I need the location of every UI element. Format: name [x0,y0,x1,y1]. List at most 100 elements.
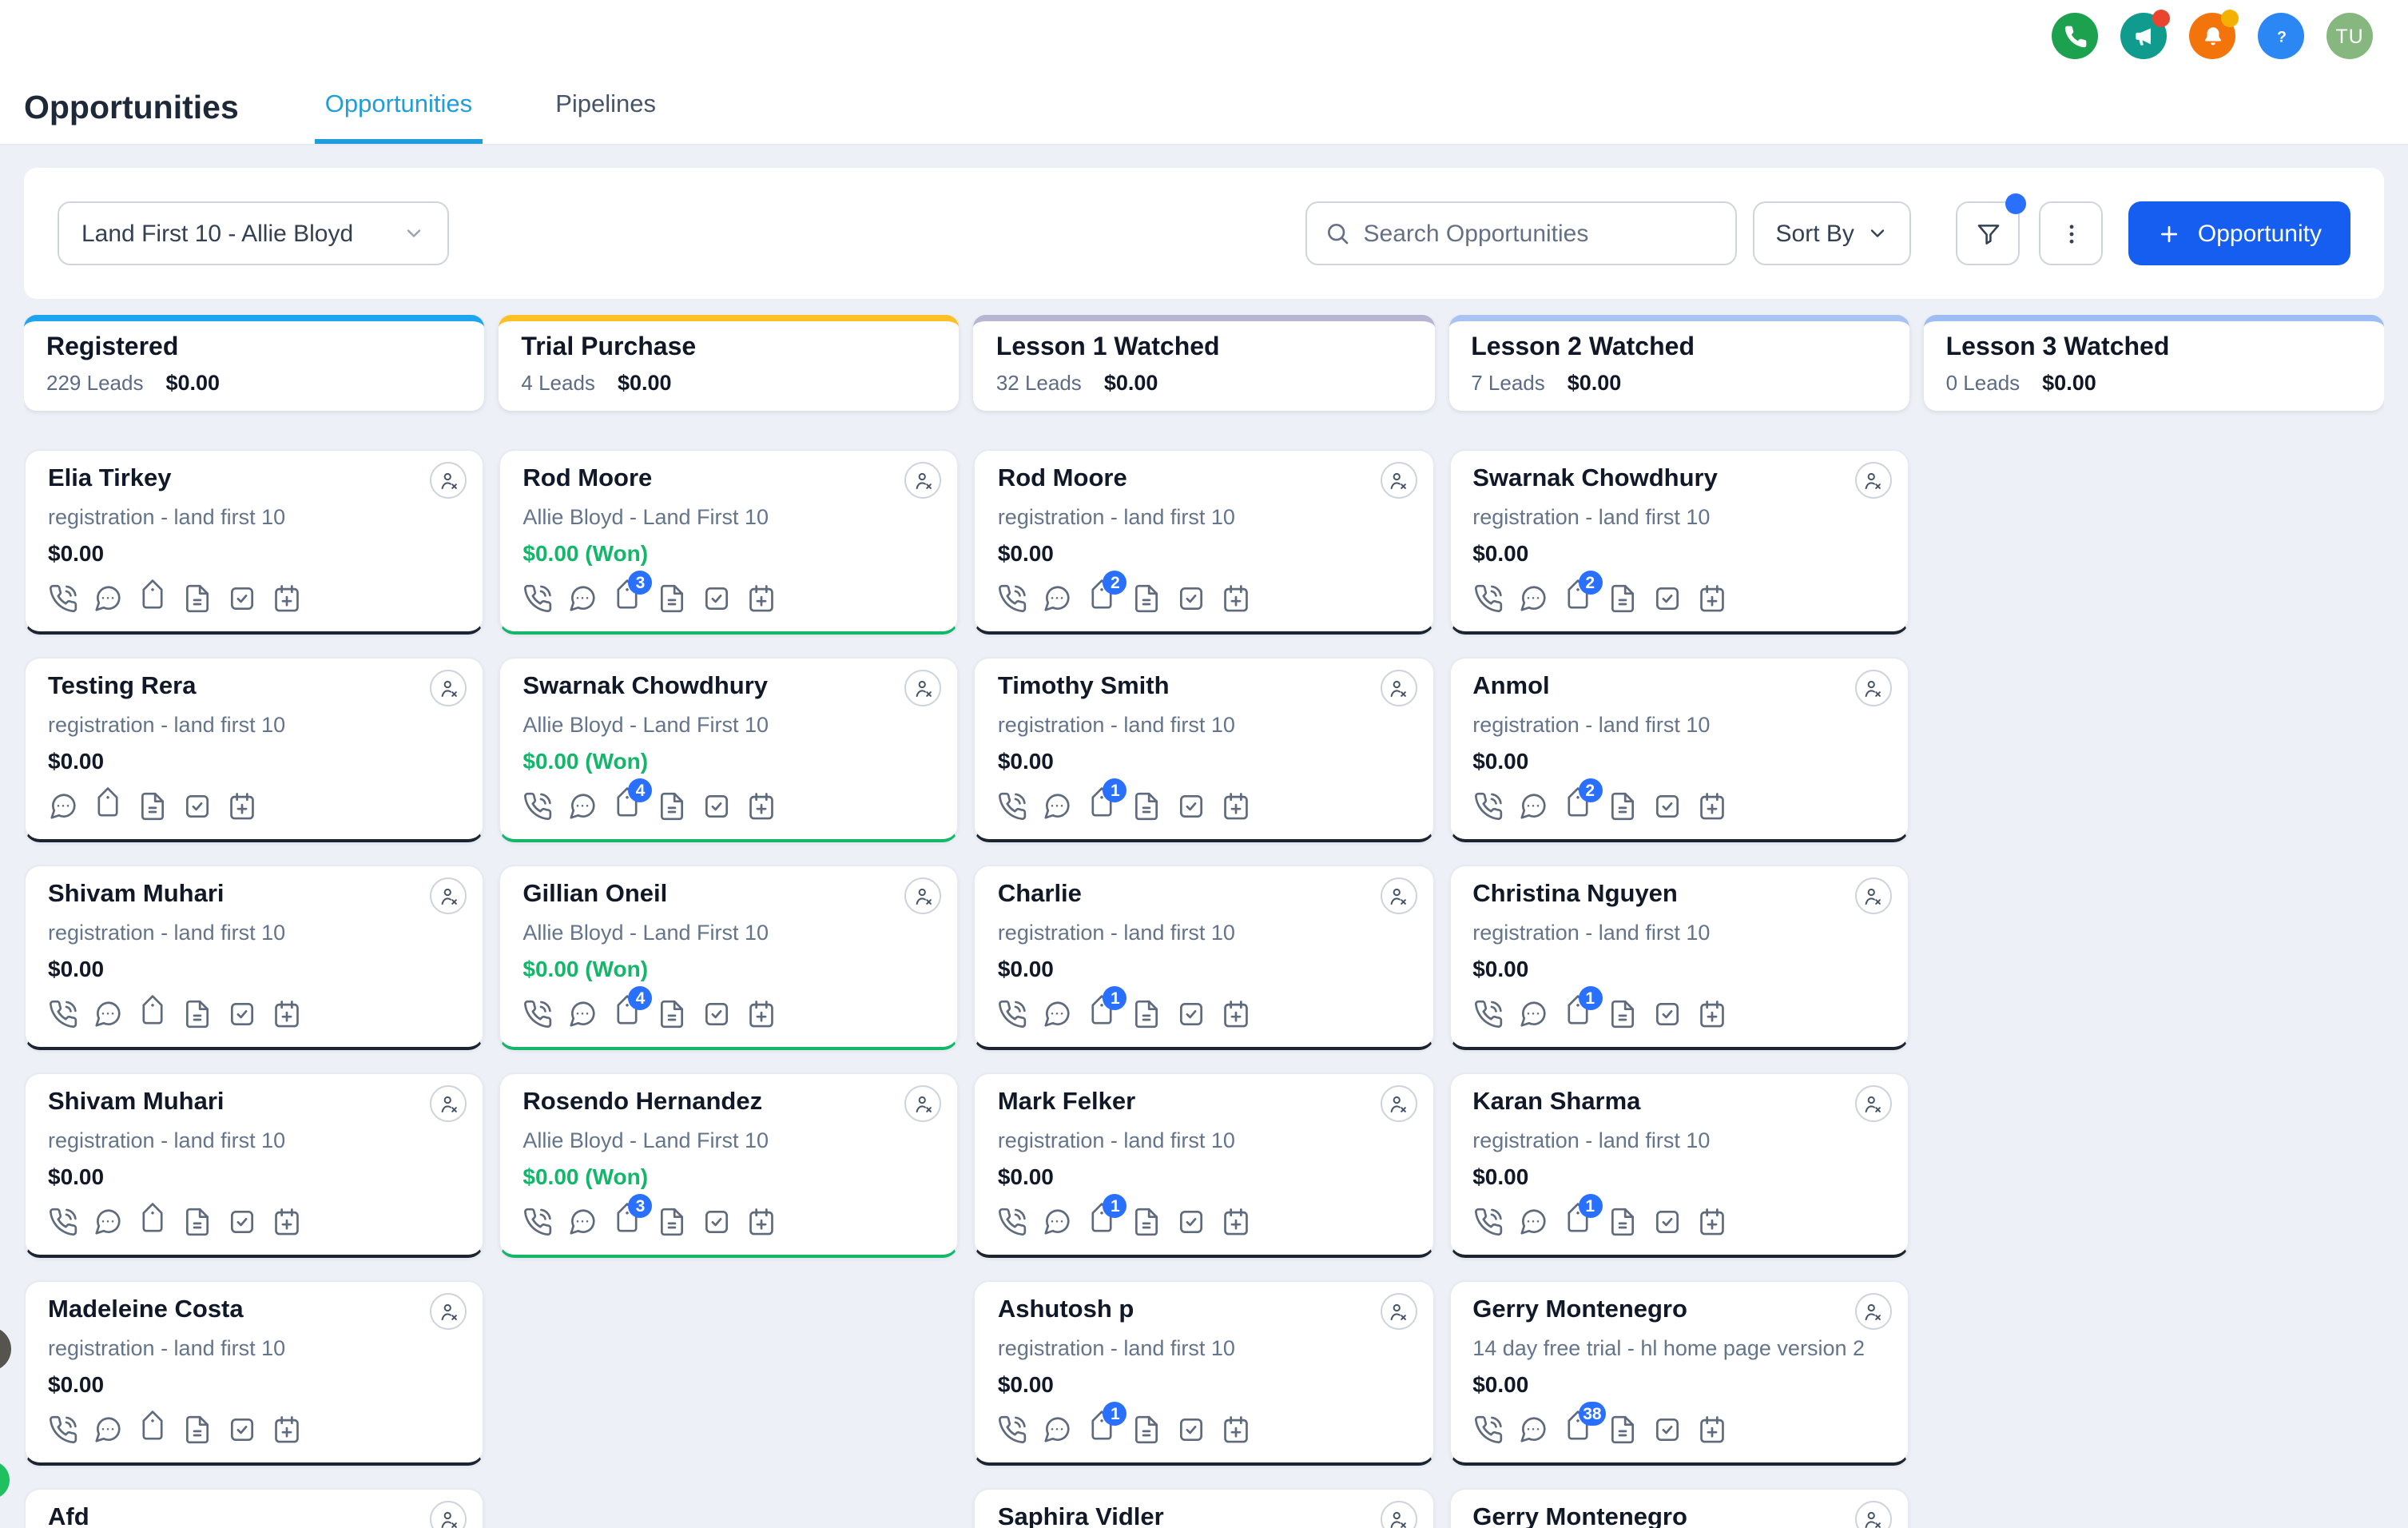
card-chat-button[interactable] [567,999,598,1029]
card-tag-button[interactable]: 4 [612,999,642,1029]
opportunity-card[interactable]: Swarnak ChowdhuryAllie Bloyd - Land Firs… [499,657,959,842]
card-tag-button[interactable]: 1 [1087,791,1118,822]
card-chat-button[interactable] [93,999,123,1029]
card-chat-button[interactable] [48,791,78,822]
unassign-owner-button[interactable] [1855,1501,1892,1528]
opportunity-card[interactable]: Swarnak Chowdhuryregistration - land fir… [1448,449,1909,635]
card-task-button[interactable] [227,583,257,614]
opportunity-card[interactable]: Timothy Smithregistration - land first 1… [974,657,1434,842]
tab-pipelines[interactable]: Pipelines [546,72,666,144]
unassign-owner-button[interactable] [430,462,467,499]
card-file-button[interactable] [182,583,213,614]
card-file-button[interactable] [1607,999,1637,1029]
card-phone-button[interactable] [1472,999,1503,1029]
card-task-button[interactable] [1651,1415,1682,1445]
unassign-owner-button[interactable] [1380,1085,1417,1122]
card-phone-button[interactable] [1472,583,1503,614]
card-file-button[interactable] [182,999,213,1029]
card-phone-button[interactable] [523,1207,553,1237]
card-tag-button[interactable]: 4 [612,791,642,822]
card-phone-button[interactable] [523,791,553,822]
card-chat-button[interactable] [1043,999,1073,1029]
opportunity-card[interactable]: Rod Mooreregistration - land first 10$0.… [974,449,1434,635]
card-chat-button[interactable] [1043,583,1073,614]
card-phone-button[interactable] [998,583,1028,614]
card-file-button[interactable] [1607,583,1637,614]
card-calendar-button[interactable] [1222,1415,1252,1445]
card-file-button[interactable] [1132,999,1162,1029]
card-tag-button[interactable] [137,583,168,614]
unassign-owner-button[interactable] [905,462,942,499]
opportunity-card[interactable]: Rod MooreAllie Bloyd - Land First 10$0.0… [499,449,959,635]
add-opportunity-button[interactable]: Opportunity [2129,201,2350,265]
card-calendar-button[interactable] [272,1415,302,1445]
card-calendar-button[interactable] [1222,791,1252,822]
opportunity-card[interactable]: Mark Felkerregistration - land first 10$… [974,1072,1434,1258]
help-icon-button[interactable]: ? [2258,13,2304,59]
card-file-button[interactable] [137,791,168,822]
card-task-button[interactable] [1651,999,1682,1029]
unassign-owner-button[interactable] [1380,462,1417,499]
card-calendar-button[interactable] [1222,583,1252,614]
card-phone-button[interactable] [998,1415,1028,1445]
unassign-owner-button[interactable] [905,1085,942,1122]
card-chat-button[interactable] [567,583,598,614]
card-chat-button[interactable] [1043,791,1073,822]
card-tag-button[interactable]: 3 [612,583,642,614]
unassign-owner-button[interactable] [1380,670,1417,706]
card-phone-button[interactable] [48,1207,78,1237]
filter-button[interactable] [1957,201,2021,265]
card-tag-button[interactable]: 3 [612,1207,642,1237]
card-phone-button[interactable] [998,999,1028,1029]
card-tag-button[interactable] [93,791,123,822]
card-file-button[interactable] [182,1207,213,1237]
opportunity-card[interactable]: Charlieregistration - land first 10$0.00… [974,865,1434,1050]
card-tag-button[interactable]: 1 [1087,1415,1118,1445]
opportunity-card[interactable]: Saphira Vidler [974,1488,1434,1528]
card-chat-button[interactable] [1043,1415,1073,1445]
unassign-owner-button[interactable] [430,1293,467,1330]
card-tag-button[interactable]: 2 [1562,583,1592,614]
card-chat-button[interactable] [1517,583,1548,614]
opportunity-card[interactable]: Elia Tirkeyregistration - land first 10$… [24,449,484,635]
card-phone-button[interactable] [1472,1415,1503,1445]
opportunity-card[interactable]: Christina Nguyenregistration - land firs… [1448,865,1909,1050]
card-task-button[interactable] [701,583,732,614]
card-file-button[interactable] [657,1207,687,1237]
card-tag-button[interactable]: 2 [1562,791,1592,822]
card-calendar-button[interactable] [746,999,777,1029]
unassign-owner-button[interactable] [905,877,942,914]
card-chat-button[interactable] [93,1415,123,1445]
card-task-button[interactable] [182,791,213,822]
card-task-button[interactable] [701,791,732,822]
card-task-button[interactable] [1177,1415,1207,1445]
card-calendar-button[interactable] [746,1207,777,1237]
card-calendar-button[interactable] [1696,1415,1727,1445]
card-phone-button[interactable] [1472,1207,1503,1237]
card-file-button[interactable] [1132,1207,1162,1237]
opportunity-card[interactable]: Gillian OneilAllie Bloyd - Land First 10… [499,865,959,1050]
card-chat-button[interactable] [1517,1207,1548,1237]
unassign-owner-button[interactable] [1855,462,1892,499]
opportunity-card[interactable]: Madeleine Costaregistration - land first… [24,1280,484,1466]
card-phone-button[interactable] [523,999,553,1029]
card-tag-button[interactable]: 1 [1087,1207,1118,1237]
pipeline-select[interactable]: Land First 10 - Allie Bloyd [58,201,449,265]
card-tag-button[interactable] [137,1207,168,1237]
card-file-button[interactable] [1132,583,1162,614]
unassign-owner-button[interactable] [1380,1293,1417,1330]
card-chat-button[interactable] [1517,999,1548,1029]
card-calendar-button[interactable] [227,791,257,822]
card-tag-button[interactable] [137,1415,168,1445]
card-phone-button[interactable] [998,1207,1028,1237]
card-tag-button[interactable] [137,999,168,1029]
megaphone-icon-button[interactable] [2120,13,2167,59]
unassign-owner-button[interactable] [430,670,467,706]
opportunity-card[interactable]: Gerry Montenegro [1448,1488,1909,1528]
card-calendar-button[interactable] [1696,791,1727,822]
opportunity-card[interactable]: Rosendo HernandezAllie Bloyd - Land Firs… [499,1072,959,1258]
avatar[interactable]: TU [2327,13,2373,59]
opportunity-card[interactable]: Gerry Montenegro14 day free trial - hl h… [1448,1280,1909,1466]
card-file-button[interactable] [1607,1207,1637,1237]
opportunity-card[interactable]: Anmolregistration - land first 10$0.002 [1448,657,1909,842]
